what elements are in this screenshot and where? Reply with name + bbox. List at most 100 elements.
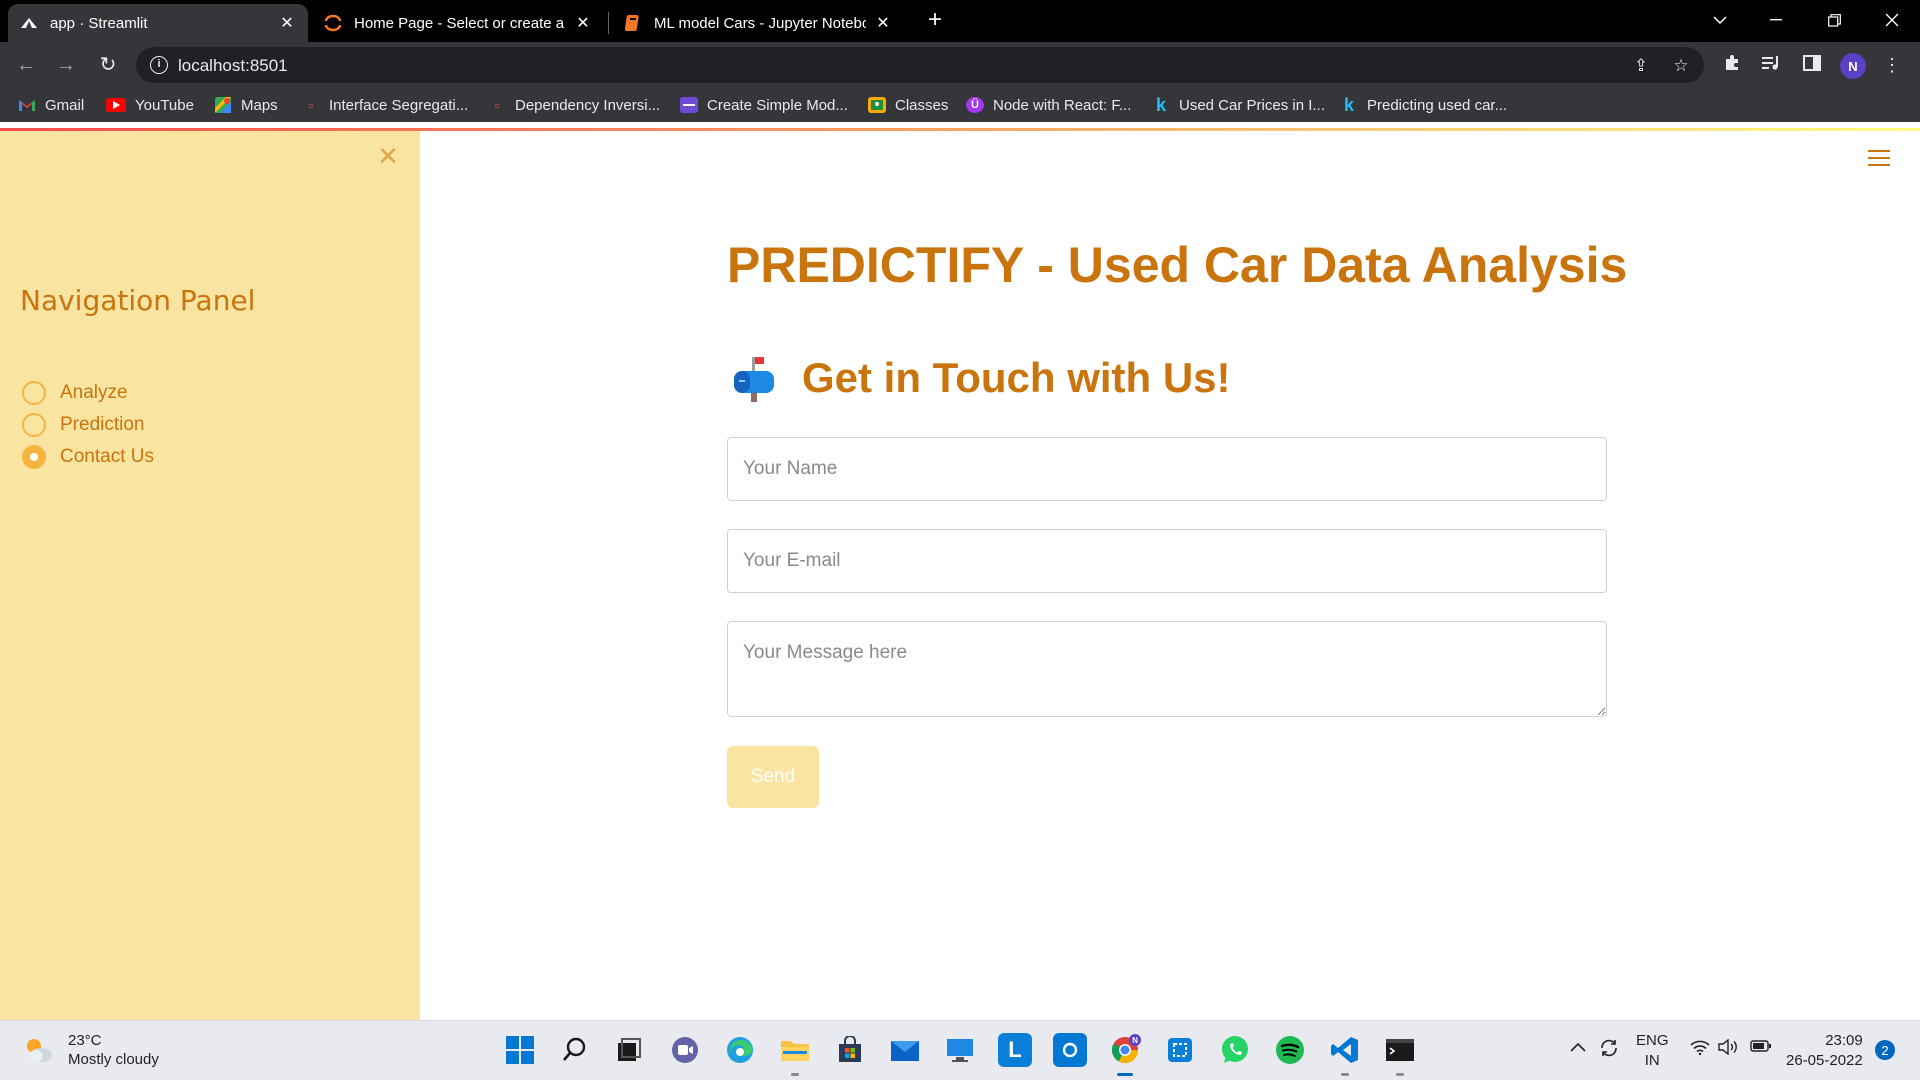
tab-jupyter-notebook[interactable]: ML model Cars - Jupyter Notebo ✕: [612, 4, 904, 42]
gmail-icon: [18, 97, 36, 113]
bookmark-used-car-prices[interactable]: k Used Car Prices in I...: [1152, 88, 1325, 122]
restore-button[interactable]: [1814, 6, 1854, 34]
page-icon: ▫: [494, 97, 500, 113]
radio-label[interactable]: Analyze: [60, 382, 128, 404]
bookmark-create-simple-model[interactable]: Create Simple Mod...: [680, 88, 848, 122]
wifi-icon[interactable]: [1690, 1039, 1710, 1060]
extensions-icon[interactable]: [1720, 53, 1744, 77]
tab-search-icon[interactable]: [1700, 6, 1740, 34]
vscode-icon[interactable]: [1328, 1033, 1362, 1076]
lightshot-icon[interactable]: L: [998, 1033, 1032, 1067]
close-sidebar-icon[interactable]: ✕: [376, 143, 400, 169]
tab-jupyter-home[interactable]: Home Page - Select or create a n ✕: [312, 4, 604, 42]
notification-badge[interactable]: 2: [1875, 1040, 1895, 1060]
main-menu-icon[interactable]: [1868, 150, 1890, 168]
radio-prediction[interactable]: Prediction: [22, 412, 145, 438]
start-icon[interactable]: [503, 1033, 537, 1067]
page-icon: [680, 97, 698, 113]
bookmark-label: Maps: [241, 96, 278, 114]
back-icon[interactable]: ←: [14, 53, 38, 77]
close-tab-icon[interactable]: ✕: [874, 13, 892, 33]
site-info-icon[interactable]: i: [150, 56, 168, 74]
minimize-button[interactable]: [1756, 6, 1796, 34]
task-view-icon[interactable]: [612, 1033, 646, 1067]
forward-icon[interactable]: →: [54, 53, 78, 77]
maps-icon: [214, 97, 232, 113]
terminal-icon[interactable]: [1383, 1033, 1417, 1076]
file-explorer-icon[interactable]: [778, 1033, 812, 1076]
radio-label[interactable]: Contact Us: [60, 446, 154, 468]
share-icon[interactable]: ⇪: [1630, 55, 1652, 77]
address-bar[interactable]: i localhost:8501 ⇪ ☆: [136, 47, 1704, 83]
outlook-icon[interactable]: [1053, 1033, 1087, 1067]
bookmark-label: Dependency Inversi...: [515, 96, 661, 114]
bookmark-youtube[interactable]: YouTube: [106, 88, 194, 122]
close-tab-icon[interactable]: ✕: [278, 13, 296, 33]
system-clock[interactable]: 23:09 26-05-2022: [1786, 1031, 1863, 1071]
weather-widget[interactable]: 23°C Mostly cloudy: [22, 1031, 159, 1069]
profile-avatar[interactable]: N: [1840, 53, 1866, 79]
bookmark-star-icon[interactable]: ☆: [1670, 55, 1692, 77]
bookmark-classes[interactable]: Classes: [868, 88, 948, 122]
whatsapp-icon[interactable]: [1218, 1033, 1252, 1067]
spotify-icon[interactable]: [1273, 1033, 1307, 1067]
search-icon[interactable]: [558, 1033, 592, 1067]
message-textarea[interactable]: [727, 621, 1607, 717]
browser-toolbar: ← → ↻ i localhost:8501 ⇪ ☆ ⋮: [0, 42, 1920, 88]
contact-heading-text: Get in Touch with Us!: [802, 354, 1231, 401]
volume-icon[interactable]: [1718, 1038, 1740, 1060]
bookmark-label: Predicting used car...: [1367, 96, 1508, 114]
bookmark-interface-segregation[interactable]: ▫ Interface Segregati...: [302, 88, 469, 122]
radio-circle-icon[interactable]: [22, 381, 46, 405]
show-hidden-icons-icon[interactable]: [1570, 1039, 1586, 1057]
radio-circle-icon[interactable]: [22, 413, 46, 437]
snipping-tool-icon[interactable]: [1163, 1033, 1197, 1067]
radio-label[interactable]: Prediction: [60, 414, 145, 436]
bookmark-dependency-inversion[interactable]: ▫ Dependency Inversi...: [488, 88, 660, 122]
send-button[interactable]: Send: [727, 746, 819, 808]
sync-icon[interactable]: [1598, 1037, 1620, 1064]
new-tab-button[interactable]: +: [924, 8, 946, 32]
microsoft-store-icon[interactable]: [833, 1033, 867, 1067]
more-menu-icon[interactable]: ⋮: [1880, 53, 1904, 77]
bookmark-label: Node with React: F...: [993, 96, 1132, 114]
language-indicator[interactable]: ENG IN: [1636, 1031, 1669, 1071]
clock-date: 26-05-2022: [1786, 1052, 1863, 1069]
tab-streamlit-app[interactable]: app · Streamlit ✕: [8, 4, 308, 42]
radio-contact-us[interactable]: Contact Us: [22, 444, 154, 470]
bookmark-node-react[interactable]: Ü Node with React: F...: [966, 88, 1131, 122]
url-text[interactable]: localhost:8501: [178, 56, 288, 76]
media-control-icon[interactable]: [1760, 53, 1784, 77]
bookmark-predicting-used-car[interactable]: k Predicting used car...: [1340, 88, 1507, 122]
bookmark-maps[interactable]: Maps: [214, 88, 278, 122]
streamlit-decoration-bar: [0, 128, 1920, 131]
battery-icon[interactable]: [1750, 1039, 1772, 1058]
tab-title: ML model Cars - Jupyter Notebo: [654, 14, 866, 32]
browser-tab-strip: app · Streamlit ✕ Home Page - Select or …: [0, 0, 1920, 42]
radio-analyze[interactable]: Analyze: [22, 380, 128, 406]
email-input[interactable]: [727, 529, 1607, 593]
svg-text:N: N: [1132, 1036, 1138, 1045]
page-icon: ▫: [308, 97, 314, 113]
remote-desktop-icon[interactable]: [943, 1033, 977, 1067]
bookmark-label: Interface Segregati...: [329, 96, 469, 114]
bookmark-gmail[interactable]: Gmail: [18, 88, 84, 122]
youtube-icon: [106, 98, 126, 112]
radio-selected-icon[interactable]: [22, 445, 46, 469]
chrome-icon[interactable]: N: [1108, 1033, 1142, 1076]
close-tab-icon[interactable]: ✕: [574, 13, 592, 33]
teams-chat-icon[interactable]: [668, 1033, 702, 1067]
kaggle-icon: k: [1343, 94, 1354, 115]
close-window-button[interactable]: [1872, 6, 1912, 34]
language-code: ENG: [1636, 1032, 1669, 1049]
edge-icon[interactable]: [723, 1033, 757, 1067]
reload-icon[interactable]: ↻: [96, 53, 120, 77]
partly-cloudy-icon: [22, 1034, 54, 1066]
weather-description: Mostly cloudy: [68, 1051, 159, 1068]
clock-time: 23:09: [1825, 1032, 1863, 1049]
name-input[interactable]: [727, 437, 1607, 501]
side-panel-icon[interactable]: [1800, 53, 1824, 77]
mail-icon[interactable]: [888, 1033, 922, 1067]
page-title: PREDICTIFY - Used Car Data Analysis: [727, 237, 1628, 293]
bookmark-label: Used Car Prices in I...: [1179, 96, 1325, 114]
